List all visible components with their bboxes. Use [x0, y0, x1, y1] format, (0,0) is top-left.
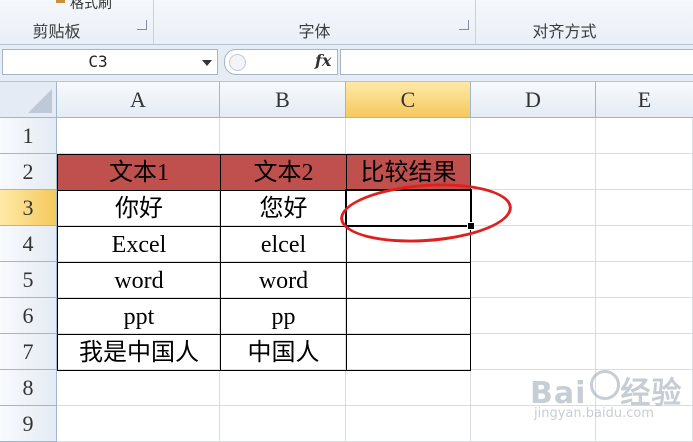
table-cell[interactable]: pp [220, 298, 347, 335]
table-cell[interactable]: 你好 [57, 190, 221, 227]
table-cell[interactable]: elcel [220, 226, 347, 263]
grid-cell[interactable] [596, 154, 693, 190]
name-box[interactable]: C3 [2, 49, 218, 75]
row-header-1[interactable]: 1 [0, 118, 57, 154]
grid-cell[interactable] [220, 118, 346, 154]
fx-area: fx [224, 49, 338, 75]
formula-input[interactable] [340, 49, 693, 75]
grid-cell[interactable] [471, 226, 596, 262]
grid-cell[interactable] [57, 118, 220, 154]
font-group: 字体 [154, 0, 476, 44]
table-cell[interactable]: ppt [57, 298, 221, 335]
alignment-group-label: 对齐方式 [532, 22, 597, 41]
watermark-url: jingyan.baidu.com [534, 406, 654, 421]
header-cell-text2[interactable]: 文本2 [220, 154, 347, 191]
ribbon: 格式刷 剪贴板 字体 对齐方式 [0, 0, 693, 45]
baidu-paw-icon [590, 370, 620, 400]
table-cell[interactable]: word [220, 262, 347, 299]
clipboard-group: 格式刷 剪贴板 [0, 0, 154, 44]
row-header-6[interactable]: 6 [0, 298, 57, 334]
name-box-value: C3 [88, 52, 108, 71]
grid-cell[interactable] [346, 118, 471, 154]
clipboard-launcher-icon[interactable] [137, 20, 147, 30]
alignment-group: 对齐方式 [476, 0, 693, 44]
grid-cell[interactable] [346, 370, 471, 406]
row-header-9[interactable]: 9 [0, 406, 57, 442]
grid-cell[interactable] [596, 190, 693, 226]
clipboard-group-label: 剪贴板 [32, 22, 81, 41]
baidu-jingyan-watermark: Bai 经验 jingyan.baidu.com [530, 368, 690, 434]
column-header-c[interactable]: C [346, 82, 471, 118]
table-cell[interactable] [346, 334, 471, 371]
table-cell[interactable]: 中国人 [220, 334, 347, 371]
grid-cell[interactable] [471, 154, 596, 190]
header-cell-text1[interactable]: 文本1 [57, 154, 221, 191]
grid-cell[interactable] [57, 370, 220, 406]
font-group-label: 字体 [298, 22, 331, 41]
table-cell[interactable] [346, 262, 471, 299]
row-header-5[interactable]: 5 [0, 262, 57, 298]
select-all-button[interactable] [0, 82, 57, 118]
insert-function-icon[interactable]: fx [315, 51, 331, 70]
grid-cell[interactable] [471, 118, 596, 154]
row-header-4[interactable]: 4 [0, 226, 57, 262]
column-header-a[interactable]: A [57, 82, 220, 118]
grid-cell[interactable] [57, 406, 220, 442]
select-all-triangle-icon [28, 89, 52, 113]
table-cell[interactable]: Excel [57, 226, 221, 263]
grid-cell[interactable] [220, 370, 346, 406]
table-cell[interactable] [346, 298, 471, 335]
grid-cell[interactable] [596, 226, 693, 262]
format-painter-label[interactable]: 格式刷 [70, 0, 112, 13]
row-header-7[interactable]: 7 [0, 334, 57, 370]
chevron-down-icon[interactable] [202, 60, 212, 66]
row-header-8[interactable]: 8 [0, 370, 57, 406]
column-header-b[interactable]: B [220, 82, 346, 118]
grid-cell[interactable] [596, 298, 693, 334]
grid-cell[interactable] [596, 118, 693, 154]
table-cell[interactable]: 您好 [220, 190, 347, 227]
grid-cell[interactable] [346, 406, 471, 442]
grid-cell[interactable] [471, 298, 596, 334]
row-header-2[interactable]: 2 [0, 154, 57, 190]
grid-cell[interactable] [471, 262, 596, 298]
expand-handle-icon[interactable] [229, 54, 246, 71]
grid-cell[interactable] [220, 406, 346, 442]
format-painter-icon[interactable] [56, 0, 65, 3]
table-cell[interactable]: word [57, 262, 221, 299]
grid-cell[interactable] [596, 334, 693, 370]
table-cell[interactable]: 我是中国人 [57, 334, 221, 371]
grid-cell[interactable] [596, 262, 693, 298]
row-header-3[interactable]: 3 [0, 190, 57, 226]
column-header-e[interactable]: E [596, 82, 693, 118]
grid-cell[interactable] [471, 334, 596, 370]
column-header-d[interactable]: D [471, 82, 596, 118]
